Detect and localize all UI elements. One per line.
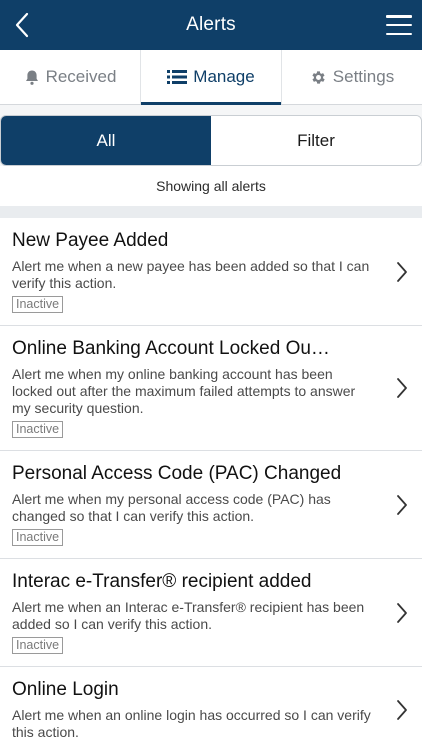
section-divider xyxy=(0,206,422,218)
alerts-list: New Payee Added Alert me when a new paye… xyxy=(0,218,422,750)
segment-all[interactable]: All xyxy=(1,116,211,165)
alert-row-pac-changed[interactable]: Personal Access Code (PAC) Changed Alert… xyxy=(0,451,422,559)
chevron-right-icon xyxy=(396,260,410,284)
alert-description: Alert me when a new payee has been added… xyxy=(12,258,370,291)
chevron-right-icon xyxy=(396,493,410,517)
alert-row-account-locked[interactable]: Online Banking Account Locked Ou… Alert … xyxy=(0,326,422,451)
menu-line xyxy=(386,15,412,18)
segment-filter[interactable]: Filter xyxy=(211,116,421,165)
alert-title: Online Banking Account Locked Ou… xyxy=(12,338,330,359)
alert-title: New Payee Added xyxy=(12,230,169,251)
alert-row-etransfer-recipient[interactable]: Interac e-Transfer® recipient added Aler… xyxy=(0,559,422,667)
alert-row-new-payee[interactable]: New Payee Added Alert me when a new paye… xyxy=(0,218,422,326)
tab-label: Received xyxy=(45,67,117,86)
menu-line xyxy=(386,23,412,27)
gear-icon xyxy=(310,69,327,86)
tab-received[interactable]: Received xyxy=(0,50,141,104)
tab-manage[interactable]: Manage xyxy=(141,50,282,105)
alert-row-online-login[interactable]: Online Login Alert me when an online log… xyxy=(0,667,422,750)
segmented-control: All Filter xyxy=(0,115,422,166)
list-icon xyxy=(167,69,188,85)
alert-title: Personal Access Code (PAC) Changed xyxy=(12,463,342,484)
top-bar: Alerts xyxy=(0,0,422,50)
alert-description: Alert me when my online banking account … xyxy=(12,366,356,416)
tab-settings[interactable]: Settings xyxy=(282,50,422,104)
alert-title: Interac e-Transfer® recipient added xyxy=(12,571,312,592)
chevron-left-icon xyxy=(15,12,29,38)
chevron-right-icon xyxy=(396,376,410,400)
status-badge: Inactive xyxy=(12,421,64,438)
hamburger-menu-button[interactable] xyxy=(386,12,412,38)
status-badge: Inactive xyxy=(12,529,64,546)
back-button[interactable] xyxy=(8,8,36,42)
menu-line xyxy=(386,32,412,35)
alert-title: Online Login xyxy=(12,679,119,700)
alert-description: Alert me when an Interac e-Transfer® rec… xyxy=(12,599,365,632)
status-badge: Inactive xyxy=(12,637,64,654)
page-title: Alerts xyxy=(186,14,236,35)
tab-label: Manage xyxy=(193,67,255,86)
filter-section: All Filter Showing all alerts xyxy=(0,105,422,206)
status-badge: Inactive xyxy=(12,296,64,313)
chevron-right-icon xyxy=(396,698,410,722)
chevron-right-icon xyxy=(396,601,410,625)
bell-icon xyxy=(24,69,40,86)
alert-description: Alert me when an online login has occurr… xyxy=(12,707,371,740)
tab-bar: Received Manage Settings xyxy=(0,50,422,105)
alert-description: Alert me when my personal access code (P… xyxy=(12,491,331,524)
tab-label: Settings xyxy=(332,67,395,86)
showing-status: Showing all alerts xyxy=(0,166,422,206)
